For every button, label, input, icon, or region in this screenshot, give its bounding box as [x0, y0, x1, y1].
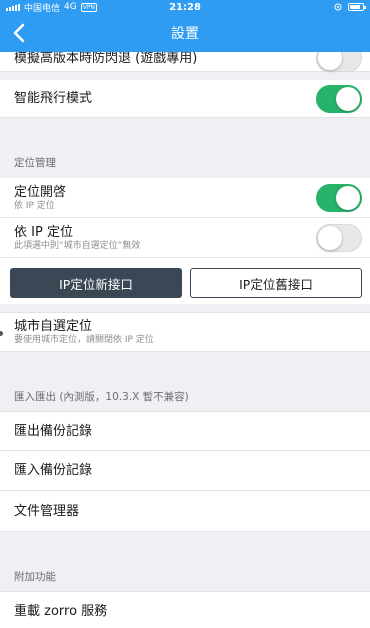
city-location-sub: 要使用城市定位，請關閉依 IP 定位	[14, 335, 154, 345]
file-manager-row[interactable]: 文件管理器	[0, 491, 370, 532]
location-section-header: 定位管理	[14, 157, 56, 169]
toggle-knob	[318, 226, 342, 250]
smart-flight-label: 智能飛行模式	[14, 91, 93, 106]
location-enable-label: 定位開啓	[14, 184, 67, 200]
location-enable-toggle[interactable]	[316, 184, 362, 212]
location-enable-sub: 依 IP 定位	[14, 200, 55, 211]
export-backup-row[interactable]: 匯出備份記錄	[0, 411, 370, 451]
location-enable-row: 定位開啓 依 IP 定位	[0, 178, 370, 218]
extra-section-header: 附加功能	[14, 571, 56, 583]
page-title: 設置	[171, 26, 199, 42]
reload-service-row[interactable]: 重載 zorro 服務	[0, 591, 370, 628]
simulate-label: 模擬高版本時防閃退 (遊戲專用)	[14, 52, 198, 66]
reload-service-label: 重載 zorro 服務	[14, 603, 108, 619]
chevron-left-icon	[13, 23, 25, 43]
toggle-knob	[318, 52, 342, 70]
export-backup-label: 匯出備份記錄	[14, 423, 93, 439]
simulate-toggle[interactable]	[316, 52, 362, 72]
ip-interface-buttons: IP定位新接口 IP定位舊接口	[0, 258, 370, 304]
city-location-row[interactable]: 城市自選定位 要使用城市定位，請關閉依 IP 定位	[0, 312, 370, 352]
import-export-section-header: 匯入匯出 (內測版，10.3.X 暫不兼容)	[14, 391, 189, 403]
toggle-knob	[336, 186, 360, 210]
back-button[interactable]	[4, 14, 34, 52]
settings-list: 模擬高版本時防閃退 (遊戲專用) 智能飛行模式 定位管理 定位開啓 依 IP 定…	[0, 52, 370, 628]
simulate-row: 模擬高版本時防閃退 (遊戲專用)	[0, 52, 370, 72]
nav-bar: 設置	[0, 14, 370, 52]
city-location-label: 城市自選定位	[14, 319, 93, 334]
ip-new-interface-button[interactable]: IP定位新接口	[10, 268, 182, 298]
ip-old-interface-button[interactable]: IP定位舊接口	[190, 268, 362, 298]
ip-location-label: 依 IP 定位	[14, 224, 73, 240]
file-manager-label: 文件管理器	[14, 503, 80, 519]
ip-location-row: 依 IP 定位 此項選中則“城市自選定位”無效	[0, 218, 370, 258]
smart-flight-row: 智能飛行模式	[0, 80, 370, 118]
ip-location-toggle[interactable]	[316, 224, 362, 252]
toggle-knob	[336, 87, 360, 111]
status-bar: 中国电信 4G VPN 21:28	[0, 0, 370, 14]
battery-icon	[348, 3, 366, 11]
status-time: 21:28	[169, 1, 201, 13]
import-backup-row[interactable]: 匯入備份記錄	[0, 451, 370, 491]
selection-dot-icon	[0, 331, 3, 336]
smart-flight-toggle[interactable]	[316, 85, 362, 113]
ip-location-sub: 此項選中則“城市自選定位”無效	[14, 240, 141, 251]
import-backup-label: 匯入備份記錄	[14, 463, 93, 478]
